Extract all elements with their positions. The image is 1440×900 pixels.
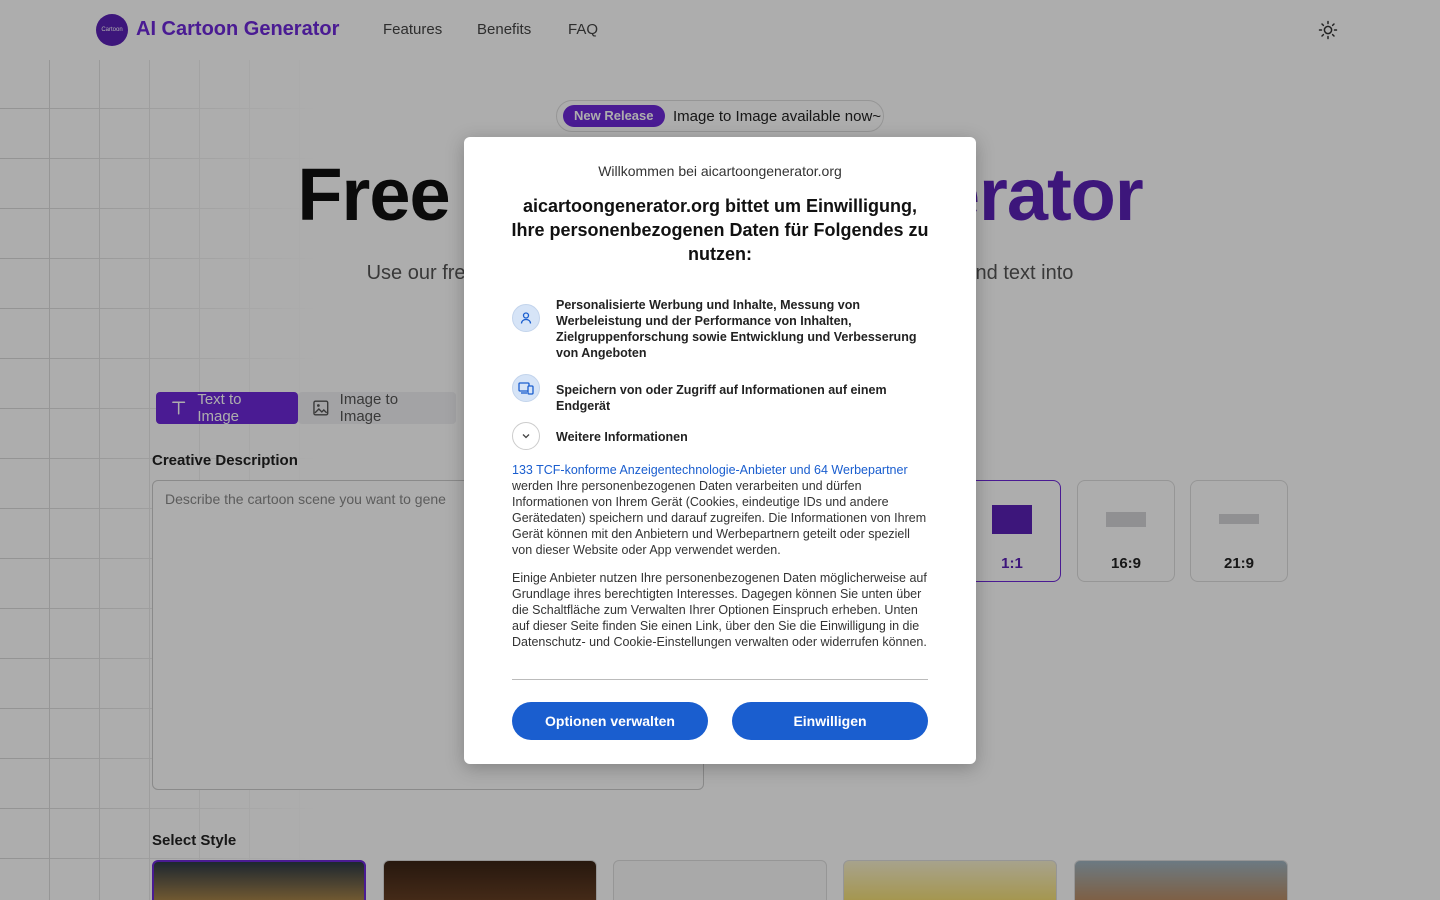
manage-options-button[interactable]: Optionen verwalten [512,702,708,740]
dialog-divider [512,679,928,680]
purpose-device-storage: Speichern von oder Zugriff auf Informati… [512,374,932,413]
consent-button[interactable]: Einwilligen [732,702,928,740]
dialog-welcome: Willkommen bei aicartoongenerator.org [598,163,842,179]
purpose-personalized-ads-text: Personalisierte Werbung und Inhalte, Mes… [556,298,917,360]
purpose-device-storage-text: Speichern von oder Zugriff auf Informati… [556,383,887,413]
person-icon [512,304,540,332]
more-info-label: Weitere Informationen [556,430,688,444]
consent-dialog: Willkommen bei aicartoongenerator.org ai… [464,137,976,764]
purpose-personalized-ads: Personalisierte Werbung und Inhalte, Mes… [512,297,932,360]
vendors-text: werden Ihre personenbezogenen Daten vera… [512,479,927,557]
dialog-heading: aicartoongenerator.org bittet um Einwill… [511,196,929,264]
vendors-paragraph: 133 TCF-konforme Anzeigentechnologie-Anb… [512,462,930,558]
legit-interest-paragraph: Einige Anbieter nutzen Ihre personenbezo… [512,571,927,649]
vendors-link[interactable]: 133 TCF-konforme Anzeigentechnologie-Anb… [512,463,908,477]
more-info-toggle[interactable]: Weitere Informationen [512,422,932,452]
chevron-down-icon[interactable] [512,422,540,450]
devices-icon [512,374,540,402]
